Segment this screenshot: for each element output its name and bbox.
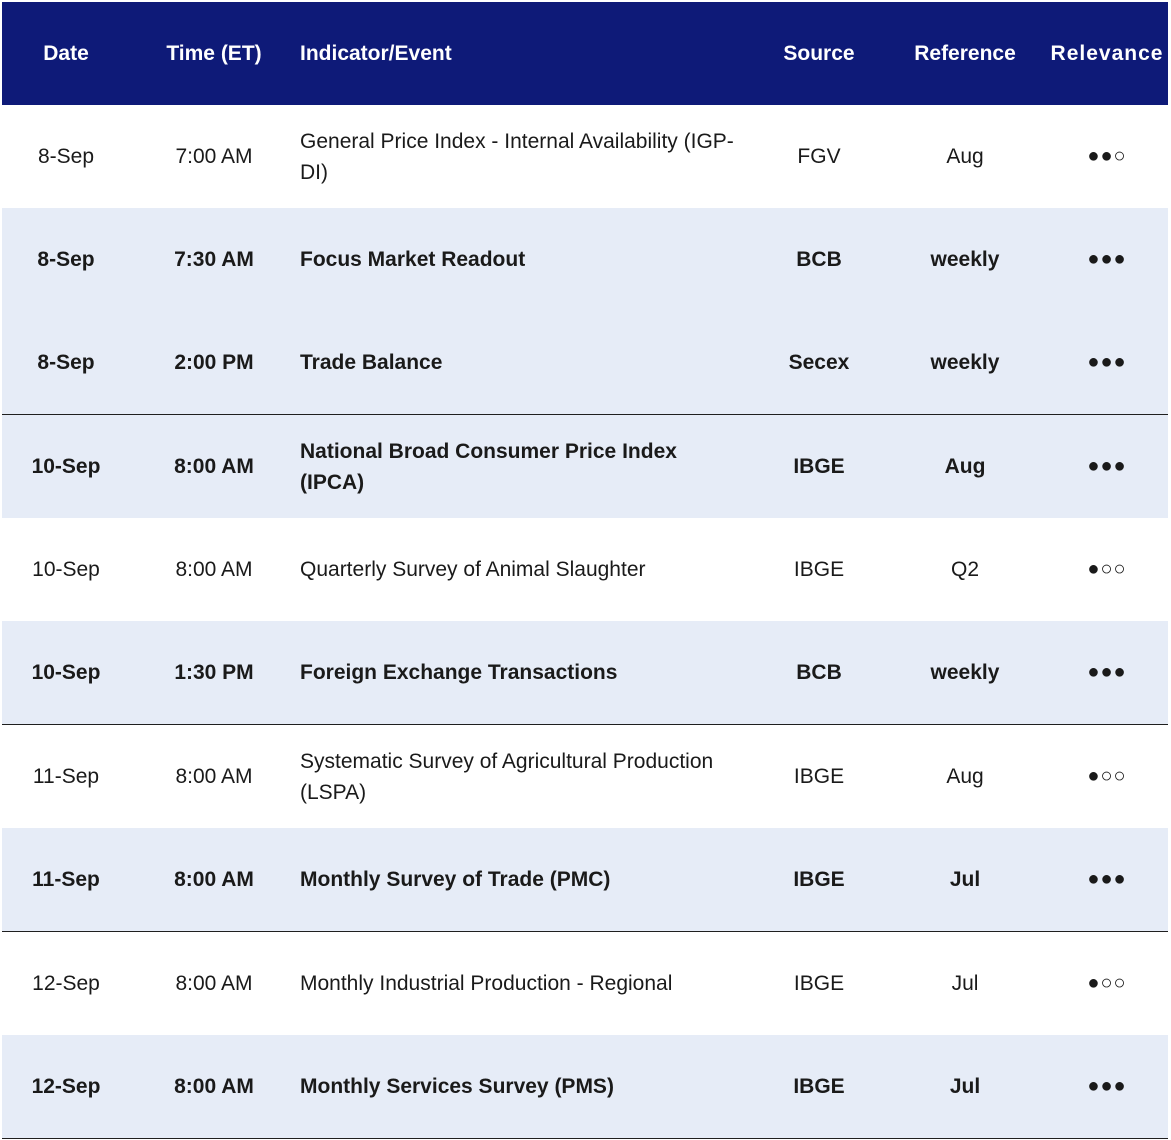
date-cell: 10-Sep [32, 558, 100, 581]
event-cell: Monthly Industrial Production - Regional [300, 972, 673, 995]
time-cell: 7:30 AM [174, 248, 254, 271]
column-header-reference: Reference [914, 42, 1016, 65]
time-cell: 1:30 PM [174, 661, 254, 684]
source-cell: IBGE [793, 972, 845, 995]
table-row: 8-Sep 7:30 AM Focus Market Readout BCB w… [2, 208, 1168, 311]
relevance-indicator: ●○○ [1087, 558, 1127, 580]
relevance-indicator: ●○○ [1087, 765, 1127, 787]
relevance-indicator: ●○○ [1087, 972, 1127, 994]
relevance-indicator: ●●● [1087, 455, 1127, 477]
source-cell: IBGE [793, 765, 845, 788]
date-cell: 8-Sep [37, 351, 95, 374]
event-cell: Systematic Survey of Agricultural Produc… [300, 749, 714, 804]
reference-cell: Q2 [950, 558, 979, 581]
time-cell: 8:00 AM [175, 765, 253, 788]
table-row: 8-Sep 2:00 PM Trade Balance Secex weekly… [2, 311, 1168, 415]
reference-cell: Jul [949, 868, 981, 891]
event-cell: National Broad Consumer Price Index (IPC… [300, 439, 677, 494]
event-cell: Focus Market Readout [300, 248, 526, 271]
event-cell: Monthly Services Survey (PMS) [300, 1075, 614, 1098]
event-cell: General Price Index - Internal Availabil… [300, 129, 734, 184]
date-cell: 10-Sep [31, 455, 101, 478]
relevance-indicator: ●●● [1087, 351, 1127, 373]
relevance-indicator: ●●● [1087, 661, 1127, 683]
date-cell: 8-Sep [37, 145, 95, 168]
date-cell: 11-Sep [32, 868, 100, 891]
relevance-indicator: ●●○ [1087, 145, 1127, 167]
relevance-indicator: ●●● [1087, 248, 1127, 270]
table-row: 8-Sep 7:00 AM General Price Index - Inte… [2, 105, 1168, 208]
time-cell: 8:00 AM [175, 972, 253, 995]
table-row: 10-Sep 8:00 AM Quarterly Survey of Anima… [2, 518, 1168, 621]
relevance-indicator: ●●● [1087, 868, 1127, 890]
time-cell: 8:00 AM [174, 868, 254, 891]
date-cell: 12-Sep [32, 972, 100, 995]
table-row: 12-Sep 8:00 AM Monthly Industrial Produc… [2, 932, 1168, 1035]
source-cell: BCB [796, 661, 842, 684]
source-cell: Secex [788, 351, 850, 374]
source-cell: BCB [796, 248, 842, 271]
table-row: 10-Sep 8:00 AM National Broad Consumer P… [2, 415, 1168, 518]
time-cell: 7:00 AM [175, 145, 253, 168]
event-cell: Trade Balance [300, 351, 443, 374]
column-header-source: Source [783, 42, 855, 65]
table-row: 11-Sep 8:00 AM Monthly Survey of Trade (… [2, 828, 1168, 932]
reference-cell: Aug [946, 765, 984, 788]
event-cell: Quarterly Survey of Animal Slaughter [300, 558, 646, 581]
relevance-indicator: ●●● [1087, 1075, 1127, 1097]
source-cell: IBGE [793, 868, 845, 891]
source-cell: FGV [797, 145, 841, 168]
column-header-relevance: Relevance [1050, 42, 1164, 65]
date-cell: 10-Sep [31, 661, 101, 684]
source-cell: IBGE [793, 455, 845, 478]
date-cell: 11-Sep [32, 765, 100, 788]
table-row: 10-Sep 1:30 PM Foreign Exchange Transact… [2, 621, 1168, 725]
source-cell: IBGE [793, 1075, 845, 1098]
date-cell: 12-Sep [31, 1075, 101, 1098]
time-cell: 8:00 AM [174, 1075, 254, 1098]
event-cell: Monthly Survey of Trade (PMC) [300, 868, 611, 891]
reference-cell: Jul [949, 1075, 981, 1098]
event-cell: Foreign Exchange Transactions [300, 661, 618, 684]
reference-cell: weekly [930, 351, 1000, 374]
reference-cell: Aug [946, 145, 984, 168]
reference-cell: weekly [930, 248, 1000, 271]
reference-cell: Jul [951, 972, 979, 995]
column-header-time: Time (ET) [166, 42, 262, 65]
table-row: 11-Sep 8:00 AM Systematic Survey of Agri… [2, 725, 1168, 828]
reference-cell: weekly [930, 661, 1000, 684]
reference-cell: Aug [944, 455, 986, 478]
source-cell: IBGE [793, 558, 845, 581]
time-cell: 8:00 AM [175, 558, 253, 581]
column-header-indicator: Indicator/Event [300, 42, 452, 65]
time-cell: 8:00 AM [174, 455, 254, 478]
economic-calendar-table: Date Time (ET) Indicator/Event Source Re… [2, 2, 1168, 1139]
column-header-date: Date [43, 42, 89, 65]
date-cell: 8-Sep [37, 248, 95, 271]
table-row: 12-Sep 8:00 AM Monthly Services Survey (… [2, 1035, 1168, 1139]
time-cell: 2:00 PM [174, 351, 254, 374]
table-header: Date Time (ET) Indicator/Event Source Re… [2, 2, 1168, 105]
